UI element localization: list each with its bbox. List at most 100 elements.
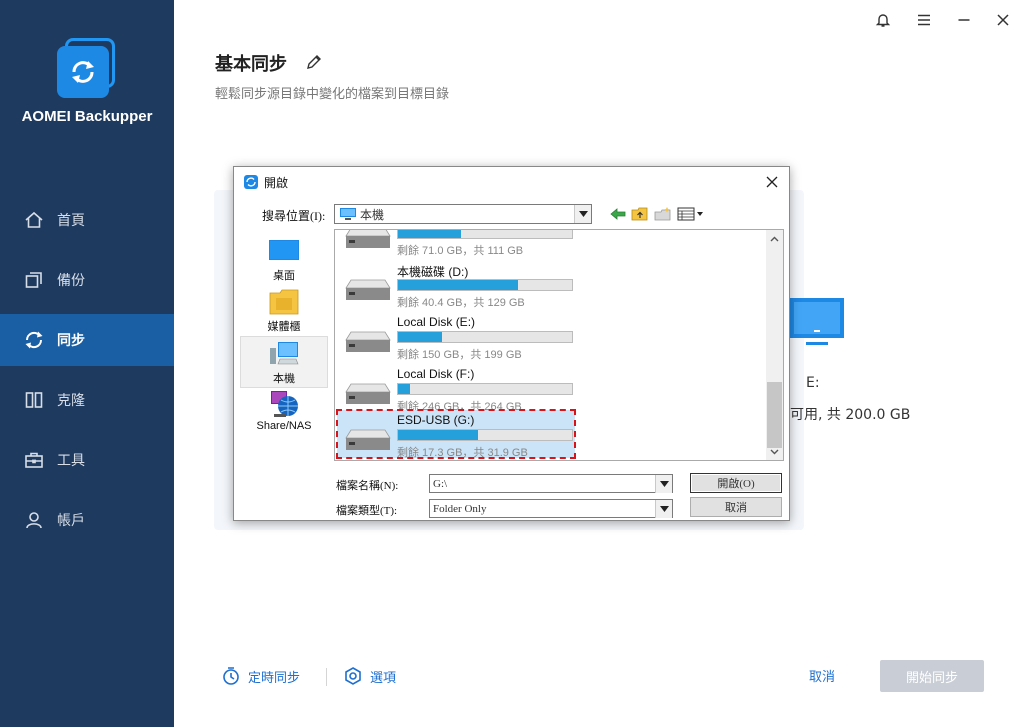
options-gear-icon: [342, 665, 364, 687]
drive-info: 剩餘 150 GB，共 199 GB: [397, 349, 522, 361]
open-dialog: 開啟 搜尋位置(I): 本機 桌面 媒體櫃 本機 Share/NAS 剩餘 71…: [233, 166, 790, 521]
scroll-up-icon[interactable]: [766, 230, 783, 247]
library-icon: [269, 289, 299, 315]
back-arrow-icon[interactable]: [609, 206, 627, 222]
start-sync-button[interactable]: 開始同步: [880, 660, 984, 692]
nav-item-label: 帳戶: [57, 513, 85, 529]
drive-usage-fill: [398, 384, 411, 394]
home-icon: [23, 209, 45, 231]
nav-item-tools[interactable]: 工具: [0, 434, 174, 486]
drive-item-d[interactable]: 本機磁碟 (D:) 剩餘 40.4 GB，共 129 GB: [337, 260, 767, 312]
filetype-select[interactable]: Folder Only: [429, 499, 673, 518]
drive-item-f[interactable]: Local Disk (F:) 剩餘 246 GB，共 264 GB: [337, 364, 767, 416]
minimize-icon[interactable]: [953, 9, 975, 31]
chevron-down-icon[interactable]: [655, 475, 672, 493]
drive-usage-bar: [397, 429, 573, 441]
place-label: 桌面: [273, 270, 295, 282]
divider: [326, 668, 327, 686]
drive-item-e[interactable]: Local Disk (E:) 剩餘 150 GB，共 199 GB: [337, 312, 767, 364]
chevron-down-icon[interactable]: [574, 205, 591, 223]
up-folder-icon[interactable]: [631, 206, 649, 222]
app-name: AOMEI Backupper: [21, 108, 153, 125]
open-button[interactable]: 開啟(O): [690, 473, 782, 493]
cancel-button[interactable]: 取消: [795, 666, 849, 685]
lookin-select[interactable]: 本機: [334, 204, 592, 224]
drive-usage-bar: [397, 230, 573, 239]
destination-size: 可用, 共 200.0 GB: [790, 407, 911, 423]
dialog-cancel-button[interactable]: 取消: [690, 497, 782, 517]
dialog-close-icon[interactable]: [763, 173, 781, 191]
nav-item-label: 工具: [57, 453, 85, 469]
place-share-nas[interactable]: Share/NAS: [240, 387, 328, 439]
filetype-value: Folder Only: [433, 502, 487, 515]
filename-value: G:\: [433, 477, 448, 490]
edit-icon[interactable]: [305, 53, 323, 71]
drive-item-c[interactable]: 剩餘 71.0 GB，共 111 GB: [337, 230, 767, 260]
network-icon: [271, 391, 298, 417]
clone-icon: [23, 389, 45, 411]
place-label: 本機: [273, 373, 295, 385]
schedule-sync-link[interactable]: 定時同步: [220, 664, 300, 688]
nav-item-account[interactable]: 帳戶: [0, 494, 174, 546]
close-icon[interactable]: [992, 9, 1014, 31]
drive-usage-fill: [398, 430, 479, 440]
scroll-thumb[interactable]: [767, 382, 782, 448]
chevron-down-icon[interactable]: [655, 500, 672, 518]
place-library[interactable]: 媒體櫃: [240, 285, 328, 337]
drive-list[interactable]: 剩餘 71.0 GB，共 111 GB 本機磁碟 (D:) 剩餘 40.4 GB…: [334, 229, 784, 461]
app-logo: [57, 38, 117, 98]
account-icon: [23, 509, 45, 531]
place-desktop[interactable]: 桌面: [240, 234, 328, 286]
lookin-value: 本機: [360, 207, 385, 222]
new-folder-icon[interactable]: [654, 206, 672, 222]
drive-usage-bar: [397, 383, 573, 395]
drive-usage-bar: [397, 279, 573, 291]
clock-icon: [220, 665, 242, 687]
this-pc-icon: [340, 208, 356, 220]
desktop-icon: [269, 240, 299, 260]
nav-item-label: 首頁: [57, 213, 85, 229]
scroll-down-icon[interactable]: [766, 443, 783, 460]
notification-bell-icon[interactable]: [872, 9, 894, 31]
tools-icon: [23, 449, 45, 471]
filename-label: 檔案名稱(N):: [336, 480, 399, 492]
nav-item-label: 同步: [57, 333, 85, 349]
drive-usage-bar: [397, 331, 573, 343]
vertical-scrollbar[interactable]: [766, 230, 783, 460]
nav-item-backup[interactable]: 備份: [0, 254, 174, 306]
place-this-pc[interactable]: 本機: [240, 336, 328, 388]
drive-name: 本機磁碟 (D:): [397, 265, 469, 279]
nav-item-home[interactable]: 首頁: [0, 194, 174, 246]
hard-drive-icon: [345, 331, 391, 352]
filetype-label: 檔案類型(T):: [336, 505, 398, 517]
hard-drive-icon: [345, 383, 391, 404]
drive-info: 剩餘 17.3 GB，共 31.9 GB: [397, 447, 528, 459]
drive-item-g[interactable]: ESD-USB (G:) 剩餘 17.3 GB，共 31.9 GB: [336, 409, 576, 459]
this-pc-icon: [270, 342, 299, 365]
view-menu-icon[interactable]: [677, 206, 705, 222]
page-title: 基本同步: [215, 54, 287, 75]
filename-input[interactable]: G:\: [429, 474, 673, 493]
dialog-title-bar: 開啟: [234, 167, 789, 197]
schedule-sync-label: 定時同步: [248, 670, 301, 686]
app-small-icon: [243, 174, 259, 190]
nav-item-sync[interactable]: 同步: [0, 314, 174, 366]
place-label: 媒體櫃: [267, 321, 301, 333]
drive-name: Local Disk (E:): [397, 315, 476, 329]
drive-name: ESD-USB (G:): [397, 413, 475, 427]
sync-logo-icon: [72, 61, 94, 83]
page-subtitle: 輕鬆同步源目錄中變化的檔案到目標目錄: [215, 87, 450, 102]
sync-icon: [23, 329, 45, 351]
usb-drive-icon: [345, 429, 391, 450]
drive-info: 剩餘 71.0 GB，共 111 GB: [397, 245, 524, 257]
lookin-label: 搜尋位置(I):: [262, 209, 326, 223]
backup-icon: [23, 269, 45, 291]
destination-monitor-icon[interactable]: [790, 298, 844, 346]
menu-icon[interactable]: [913, 9, 935, 31]
drive-usage-fill: [398, 332, 442, 342]
sidebar: AOMEI Backupper 首頁 備份 同步 克隆 工具 帳戶: [0, 0, 174, 727]
destination-name: E:: [806, 375, 820, 391]
options-link[interactable]: 選項: [342, 664, 396, 688]
nav-item-clone[interactable]: 克隆: [0, 374, 174, 426]
hard-drive-icon: [345, 279, 391, 300]
